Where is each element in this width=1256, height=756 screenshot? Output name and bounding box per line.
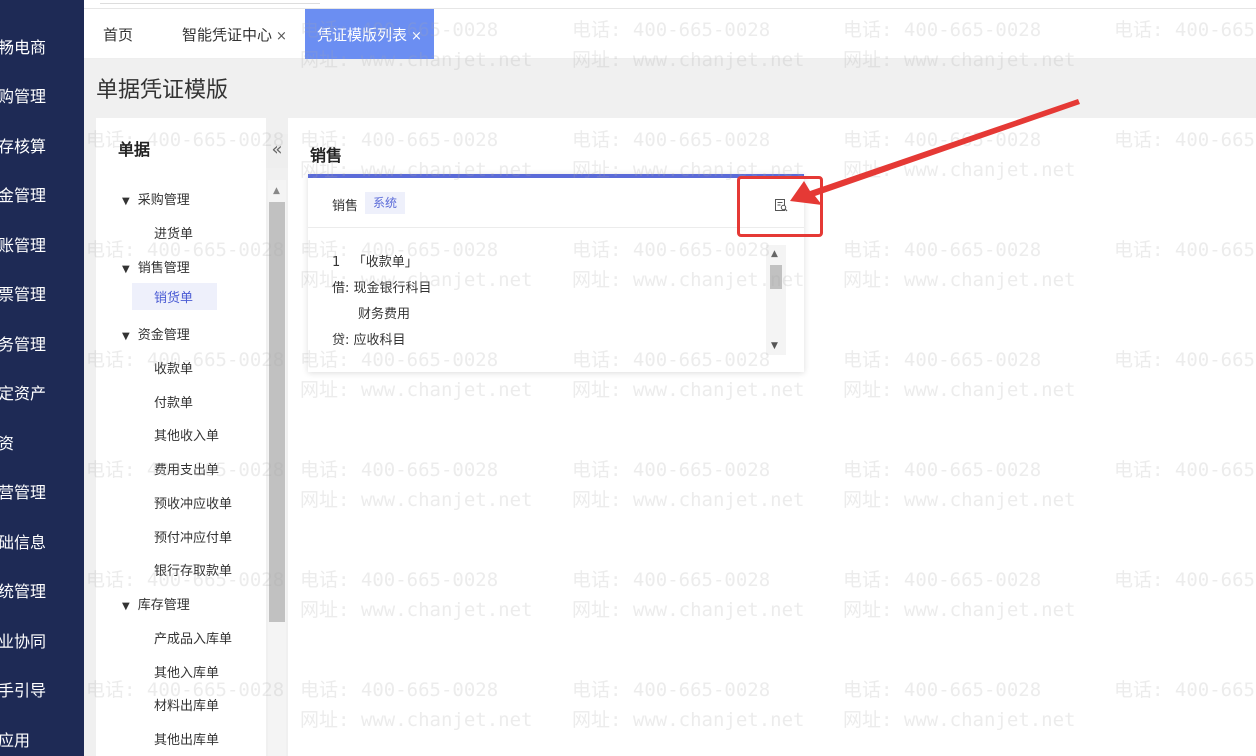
card-name: 销售 [332, 199, 359, 214]
sidebar-item-payroll[interactable]: 资 [0, 429, 84, 459]
tree-item-bank-deposit[interactable]: 银行存取款单 [154, 560, 232, 579]
sidebar-item-inventory-accounting[interactable]: 存核算 [0, 132, 84, 162]
tab-smart-voucher-center[interactable]: 智能凭证中心 × [182, 9, 287, 59]
sidebar-item-accounts[interactable]: 账管理 [0, 231, 84, 261]
sidebar-item-invoice[interactable]: 票管理 [0, 280, 84, 310]
tree-scrollbar[interactable]: ▲ [268, 180, 286, 756]
panel-title: 单据 [118, 140, 151, 159]
entry-line: 贷: 应收科目 [332, 329, 406, 348]
page-title: 单据凭证模版 [96, 78, 229, 103]
tab-voucher-template-list[interactable]: 凭证模版列表 × [305, 9, 434, 59]
tree-group-label: 库存管理 [137, 598, 190, 613]
tree-item-payment[interactable]: 付款单 [154, 392, 193, 411]
scroll-thumb[interactable] [269, 202, 285, 622]
caret-down-icon: ▼ [122, 196, 130, 207]
scroll-up-icon[interactable]: ▲ [771, 249, 778, 259]
tree-item-purchase-receipt[interactable]: 进货单 [154, 223, 193, 242]
card-header: 销售 系统 [308, 178, 804, 228]
card-scrollbar[interactable]: ▲ ▼ [766, 245, 786, 355]
tab-close-icon[interactable]: × [411, 29, 422, 44]
entry-text: 财务费用 [358, 307, 411, 322]
sidebar-item-collaboration[interactable]: 业协同 [0, 627, 84, 657]
scroll-up-icon[interactable]: ▲ [273, 186, 280, 196]
top-strip [84, 0, 1256, 9]
double-chevron-left-icon: « [271, 139, 283, 160]
tree-item-sales-order[interactable]: 销货单 [132, 283, 218, 310]
entry-num: 借: [332, 281, 350, 296]
tab-close-icon[interactable]: × [276, 29, 287, 44]
sidebar-item-ecommerce[interactable]: 畅电商 [0, 33, 84, 63]
tree-group-label: 采购管理 [137, 193, 190, 208]
system-badge: 系统 [365, 192, 406, 214]
template-card[interactable]: 销售 系统 1 「收款单」 借: 现金银行科目 财务费用 贷: 应收科目 ▲ ▼ [308, 174, 804, 372]
tree-item-finished-goods-in[interactable]: 产成品入库单 [154, 628, 232, 647]
entry-line: 1 「收款单」 [332, 251, 418, 270]
tree-item-advance-payment-offset[interactable]: 预付冲应付单 [154, 527, 232, 546]
card-body: 1 「收款单」 借: 现金银行科目 财务费用 贷: 应收科目 ▲ ▼ [308, 229, 804, 372]
tab-label: 凭证模版列表 [317, 26, 408, 44]
section-title: 销售 [310, 146, 343, 165]
caret-down-icon: ▼ [122, 264, 130, 275]
tab-bar: 首页 智能凭证中心 × 凭证模版列表 × [84, 9, 1256, 59]
sidebar-item-finance[interactable]: 务管理 [0, 330, 84, 360]
sidebar-item-funds[interactable]: 金管理 [0, 181, 84, 211]
tree-item-material-out[interactable]: 材料出库单 [154, 695, 219, 714]
scroll-down-icon[interactable]: ▼ [771, 341, 778, 351]
tree-group-inventory[interactable]: ▼ 库存管理 [122, 594, 190, 613]
entry-num: 贷: [332, 333, 350, 348]
tree-item-advance-receipt-offset[interactable]: 预收冲应收单 [154, 493, 232, 512]
sidebar-item-guide[interactable]: 手引导 [0, 676, 84, 706]
caret-down-icon: ▼ [122, 331, 130, 342]
sidebar-item-fixed-assets[interactable]: 定资产 [0, 379, 84, 409]
app-sidebar: 畅电商 购管理 存核算 金管理 账管理 票管理 务管理 定资产 资 营管理 础信… [0, 0, 84, 756]
annotation-arrow-icon [790, 99, 1080, 205]
sidebar-item-apps[interactable]: 应用 [0, 726, 84, 756]
caret-down-icon: ▼ [122, 601, 130, 612]
tree-group-label: 资金管理 [137, 328, 190, 343]
tree-group-purchase[interactable]: ▼ 采购管理 [122, 189, 190, 208]
sidebar-item-basic-info[interactable]: 础信息 [0, 528, 84, 558]
tab-home[interactable]: 首页 [103, 9, 133, 59]
entry-num: 1 [332, 255, 341, 270]
tree-group-sales[interactable]: ▼ 销售管理 [122, 257, 190, 276]
tree-group-label: 销售管理 [137, 261, 190, 276]
entry-text: 现金银行科目 [353, 281, 432, 296]
tree-item-other-out[interactable]: 其他出库单 [154, 729, 219, 748]
document-tree-panel: 单据 ▼ 采购管理 进货单 ▼ 销售管理 销货单 ▼ 资金管理 收款单 付款单 其他收… [96, 118, 266, 756]
entry-line: 财务费用 [358, 303, 410, 322]
tree-item-receipt[interactable]: 收款单 [154, 358, 193, 377]
sidebar-item-system[interactable]: 统管理 [0, 577, 84, 607]
tree-group-funds[interactable]: ▼ 资金管理 [122, 324, 190, 343]
tab-label: 首页 [103, 26, 134, 44]
top-search-underline [100, 0, 320, 4]
tree-item-other-in[interactable]: 其他入库单 [154, 662, 219, 681]
entry-text: 应收科目 [353, 333, 406, 348]
sidebar-item-purchase[interactable]: 购管理 [0, 82, 84, 112]
entry-text: 「收款单」 [352, 255, 418, 270]
sidebar-item-operations[interactable]: 营管理 [0, 478, 84, 508]
scroll-thumb[interactable] [770, 265, 782, 289]
collapse-panel-button[interactable]: « [266, 134, 288, 168]
tree-item-expense[interactable]: 费用支出单 [154, 459, 219, 478]
entry-line: 借: 现金银行科目 [332, 277, 432, 296]
tree-item-other-income[interactable]: 其他收入单 [154, 425, 219, 444]
tab-label: 智能凭证中心 [182, 26, 273, 44]
